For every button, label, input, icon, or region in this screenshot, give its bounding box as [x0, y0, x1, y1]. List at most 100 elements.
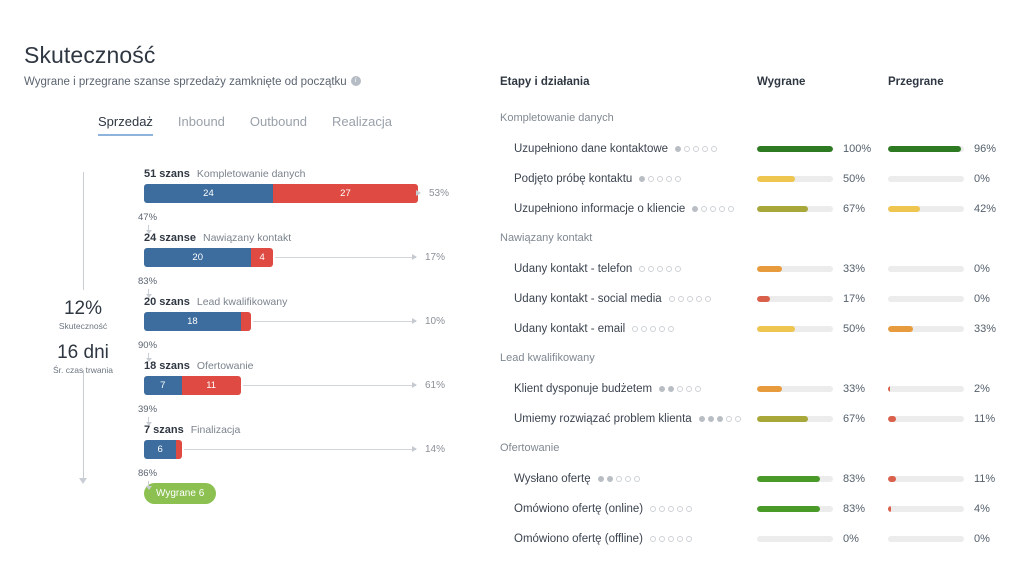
rating-dot-icon [675, 266, 682, 272]
funnel-stage[interactable]: 7 szans Finalizacja 6 14% [144, 424, 445, 459]
activity-lost-progress-track [888, 146, 964, 152]
activity-row[interactable]: Omówiono ofertę (offline) 0% 0% [500, 524, 1030, 554]
rating-dot-icon [657, 176, 664, 182]
rating-dot-icon [684, 146, 691, 152]
activity-name: Omówiono ofertę (offline) [514, 533, 643, 545]
funnel-bar-segment-lost [176, 440, 182, 459]
activity-row[interactable] [500, 554, 1030, 562]
activities-panel: Etapy i działania Wygrane Przegrane Komp… [500, 0, 1030, 562]
rating-dot-icon [676, 536, 683, 542]
funnel-stage[interactable]: 51 szans Kompletowanie danych 24 27 53% [144, 168, 449, 203]
funnel-bar-row: 20 4 17% [144, 248, 445, 267]
funnel-bar[interactable]: 6 [144, 440, 182, 459]
activity-won-percent: 83% [843, 473, 866, 485]
activity-row-label: Omówiono ofertę (offline) [500, 533, 757, 545]
activity-won-cell: 83% [757, 473, 888, 485]
funnel-lost-rate: 10% [424, 316, 445, 327]
tab-inbound[interactable]: Inbound [178, 114, 225, 136]
funnel-stage[interactable]: 24 szanse Nawiązany kontakt 20 4 17% [144, 232, 445, 267]
tab-outbound[interactable]: Outbound [250, 114, 307, 136]
activity-row-label: Podjęto próbę kontaktu [500, 173, 757, 185]
funnel-stage-name: Kompletowanie danych [196, 168, 306, 180]
funnel-down-arrow-icon [145, 417, 152, 427]
funnel-bar-row: 6 14% [144, 440, 445, 459]
activity-won-progress-track [757, 296, 833, 302]
activity-won-cell: 83% [757, 503, 888, 515]
activity-rating-dots [649, 536, 692, 542]
activity-row[interactable]: Podjęto próbę kontaktu 50% 0% [500, 164, 1030, 194]
funnel-bar-segment-lost: 4 [251, 248, 273, 267]
column-header-won: Wygrane [757, 76, 806, 88]
activity-name: Klient dysponuje budżetem [514, 383, 653, 395]
funnel-bar-segment-lost [240, 312, 252, 331]
activity-row-label: Umiemy rozwiązać problem klienta [500, 413, 757, 425]
rating-dot-icon [707, 416, 714, 422]
funnel-bar[interactable]: 20 4 [144, 248, 273, 267]
won-badge[interactable]: Wygrane 6 [144, 483, 217, 504]
activity-row[interactable]: Udany kontakt - social media 17% 0% [500, 284, 1030, 314]
activity-row-label: Klient dysponuje budżetem [500, 383, 757, 395]
rating-dot-icon [650, 506, 657, 512]
activity-lost-cell: 0% [888, 173, 1019, 185]
activity-lost-cell: 4% [888, 503, 1019, 515]
funnel-bar-segment-lost: 11 [181, 376, 241, 395]
rating-dot-icon [702, 146, 709, 152]
funnel-bar[interactable]: 24 27 [144, 184, 418, 203]
activity-won-percent: 0% [843, 533, 859, 545]
activity-won-cell: 67% [757, 413, 888, 425]
activity-row[interactable]: Umiemy rozwiązać problem klienta 67% 11% [500, 404, 1030, 434]
activity-lost-progress-track [888, 536, 964, 542]
activity-row-label: Udany kontakt - email [500, 323, 757, 335]
activity-won-progress-fill [757, 326, 795, 332]
activity-row[interactable]: Omówiono ofertę (online) 83% 4% [500, 494, 1030, 524]
funnel-lost-rate: 17% [424, 252, 445, 263]
rating-dot-icon [677, 506, 684, 512]
activity-lost-progress-track [888, 506, 964, 512]
activity-rating-dots [659, 386, 702, 392]
activity-row[interactable]: Udany kontakt - telefon 33% 0% [500, 254, 1030, 284]
activity-row[interactable]: Wysłano ofertę 83% 11% [500, 464, 1030, 494]
funnel-stage-header: 20 szans Lead kwalifikowany [144, 296, 445, 308]
activity-lost-cell: 96% [888, 143, 1019, 155]
activity-row[interactable]: Klient dysponuje budżetem 33% 2% [500, 374, 1030, 404]
activity-won-cell: 100% [757, 143, 888, 155]
tab-realizacja[interactable]: Realizacja [332, 114, 392, 136]
funnel-stage[interactable]: 18 szans Ofertowanie 7 11 61% [144, 360, 445, 395]
activity-won-percent: 17% [843, 293, 866, 305]
activity-lost-progress-fill [888, 206, 920, 212]
activity-rating-dots [668, 296, 711, 302]
rating-dot-icon [710, 206, 717, 212]
activity-lost-progress-track [888, 296, 964, 302]
rating-dot-icon [648, 176, 655, 182]
funnel-stage[interactable]: 20 szans Lead kwalifikowany 18 10% [144, 296, 445, 331]
activity-won-progress-fill [757, 506, 821, 512]
column-header-stages: Etapy i działania [500, 76, 590, 88]
rating-dot-icon [632, 326, 639, 332]
activity-row[interactable]: Udany kontakt - email 50% 33% [500, 314, 1030, 344]
activity-lost-cell: 0% [888, 263, 1019, 275]
rating-dot-icon [668, 386, 675, 392]
activities-list: Kompletowanie danych Uzupełniono dane kon… [500, 112, 1030, 562]
funnel-bar-segment-won: 24 [144, 184, 273, 203]
tab-sprzeda-[interactable]: Sprzedaż [98, 114, 153, 136]
funnel-conversion-rate: 86% [138, 468, 158, 479]
funnel-down-arrow-icon [145, 353, 152, 363]
funnel-stage-header: 24 szanse Nawiązany kontakt [144, 232, 445, 244]
activity-lost-percent: 11% [974, 473, 996, 485]
activity-won-progress-track [757, 206, 833, 212]
rating-dot-icon [668, 326, 675, 332]
activity-lost-cell: 11% [888, 413, 1019, 425]
rating-dot-icon [597, 476, 604, 482]
funnel-conversion-rate: 83% [138, 276, 158, 287]
funnel-stage-header: 7 szans Finalizacja [144, 424, 445, 436]
funnel-bar[interactable]: 18 [144, 312, 252, 331]
activity-row[interactable]: Uzupełniono informacje o kliencie 67% 42% [500, 194, 1030, 224]
rating-dot-icon [633, 476, 640, 482]
activity-row[interactable]: Uzupełniono dane kontaktowe 100% 96% [500, 134, 1030, 164]
funnel-down-arrow-icon [145, 289, 152, 299]
pipeline-tabs: Sprzedaż Inbound Outbound Realizacja [98, 114, 392, 136]
activity-group-title: Kompletowanie danych [500, 112, 614, 124]
funnel-bar[interactable]: 7 11 [144, 376, 241, 395]
info-icon[interactable] [350, 75, 361, 86]
funnel-stage-count: 51 szans [144, 168, 190, 180]
